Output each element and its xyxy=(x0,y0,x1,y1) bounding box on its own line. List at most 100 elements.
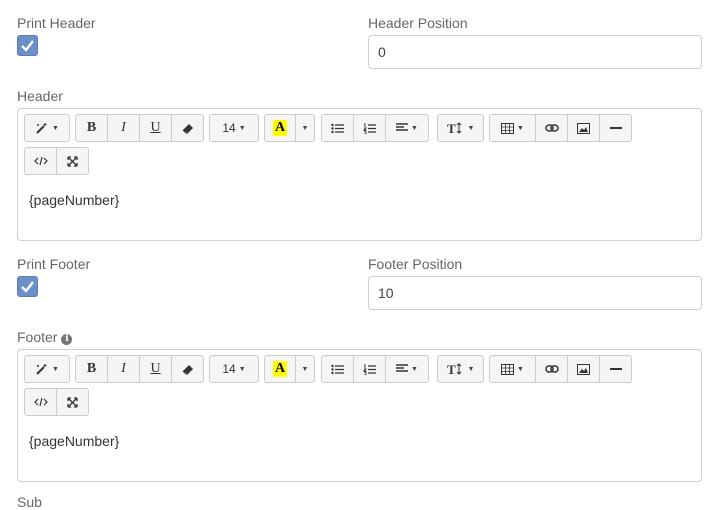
unordered-list-button[interactable] xyxy=(321,355,354,383)
caret-down-icon: ▼ xyxy=(517,365,524,373)
bullet-list-icon xyxy=(331,364,344,374)
line-height-dropdown[interactable]: T ▼ xyxy=(437,114,484,142)
magic-wand-icon xyxy=(36,364,47,375)
italic-button[interactable]: I xyxy=(107,355,140,383)
font-size-group: 14 ▼ xyxy=(209,355,259,383)
code-view-button[interactable] xyxy=(24,388,57,416)
style-dropdown-button[interactable]: ▼ xyxy=(24,355,70,383)
fullscreen-button[interactable] xyxy=(56,147,89,175)
print-footer-label: Print Footer xyxy=(17,256,91,272)
paragraph-dropdown[interactable]: ▼ xyxy=(385,114,429,142)
text-height-icon: T xyxy=(447,122,461,134)
eraser-button[interactable] xyxy=(171,355,204,383)
table-icon xyxy=(501,363,515,375)
color-dropdown-button[interactable]: ▼ xyxy=(295,114,315,142)
footer-editor[interactable]: ▼ B I U 14 ▼ A ▼ ▼ T ▼ ▼ {pageNumber} xyxy=(17,349,702,482)
caret-down-icon: ▼ xyxy=(301,124,309,132)
caret-down-icon: ▼ xyxy=(238,124,246,132)
link-icon xyxy=(544,124,559,132)
footer-position-label: Footer Position xyxy=(368,256,463,272)
highlight-color-button[interactable]: A xyxy=(264,355,296,383)
fullscreen-button[interactable] xyxy=(56,388,89,416)
eraser-button[interactable] xyxy=(171,114,204,142)
image-button[interactable] xyxy=(567,114,600,142)
color-dropdown-button[interactable]: ▼ xyxy=(295,355,315,383)
horizontal-rule-button[interactable] xyxy=(599,355,632,383)
print-footer-checkbox[interactable] xyxy=(17,276,38,297)
bullet-list-icon xyxy=(331,123,344,133)
style-group: ▼ xyxy=(24,114,70,142)
caret-down-icon: ▼ xyxy=(411,365,418,373)
view-group xyxy=(24,147,89,175)
caret-down-icon: ▼ xyxy=(467,124,475,132)
font-size-dropdown[interactable]: 14 ▼ xyxy=(209,114,259,142)
link-button[interactable] xyxy=(535,355,568,383)
caret-down-icon: ▼ xyxy=(467,365,475,373)
svg-text:T: T xyxy=(447,122,456,134)
check-icon xyxy=(21,40,34,52)
bold-button[interactable]: B xyxy=(75,355,108,383)
code-view-button[interactable] xyxy=(24,147,57,175)
bold-button[interactable]: B xyxy=(75,114,108,142)
eraser-icon xyxy=(182,364,193,374)
eraser-icon xyxy=(182,123,193,133)
code-icon xyxy=(33,397,48,407)
style-dropdown-button[interactable]: ▼ xyxy=(24,114,70,142)
caret-down-icon: ▼ xyxy=(517,124,524,132)
color-group: A ▼ xyxy=(264,114,315,142)
underline-button[interactable]: U xyxy=(139,355,172,383)
print-header-label: Print Header xyxy=(17,15,96,31)
view-group xyxy=(24,388,89,416)
line-height-group: T ▼ xyxy=(437,114,484,142)
highlight-a-icon: A xyxy=(272,361,288,377)
ordered-list-button[interactable] xyxy=(353,355,386,383)
header-position-label: Header Position xyxy=(368,15,468,31)
line-height-dropdown[interactable]: T ▼ xyxy=(437,355,484,383)
color-group: A ▼ xyxy=(264,355,315,383)
font-size-value: 14 xyxy=(222,121,236,135)
underline-button[interactable]: U xyxy=(139,114,172,142)
link-button[interactable] xyxy=(535,114,568,142)
unordered-list-button[interactable] xyxy=(321,114,354,142)
code-icon xyxy=(33,156,48,166)
footer-editor-label: Footer xyxy=(17,329,58,345)
highlight-a-icon: A xyxy=(272,120,288,136)
caret-down-icon: ▼ xyxy=(238,365,246,373)
minus-icon xyxy=(609,127,622,129)
paragraph-dropdown[interactable]: ▼ xyxy=(385,355,429,383)
list-group: ▼ xyxy=(321,355,429,383)
image-icon xyxy=(577,122,590,134)
info-icon[interactable]: i xyxy=(61,334,73,345)
header-editor[interactable]: ▼ B I U 14 ▼ A ▼ ▼ T ▼ ▼ {pageNumber} xyxy=(17,108,702,241)
font-size-dropdown[interactable]: 14 ▼ xyxy=(209,355,259,383)
footer-editor-content[interactable]: {pageNumber} xyxy=(29,433,119,449)
header-editor-content[interactable]: {pageNumber} xyxy=(29,192,119,208)
highlight-color-button[interactable]: A xyxy=(264,114,296,142)
insert-group: ▼ xyxy=(489,355,632,383)
print-header-checkbox[interactable] xyxy=(17,35,38,56)
table-dropdown[interactable]: ▼ xyxy=(489,114,536,142)
italic-button[interactable]: I xyxy=(107,114,140,142)
line-height-group: T ▼ xyxy=(437,355,484,383)
horizontal-rule-button[interactable] xyxy=(599,114,632,142)
caret-down-icon: ▼ xyxy=(411,124,418,132)
caret-down-icon: ▼ xyxy=(301,365,309,373)
list-group: ▼ xyxy=(321,114,429,142)
ordered-list-button[interactable] xyxy=(353,114,386,142)
font-size-value: 14 xyxy=(222,362,236,376)
caret-down-icon: ▼ xyxy=(52,365,59,373)
font-size-group: 14 ▼ xyxy=(209,114,259,142)
insert-group: ▼ xyxy=(489,114,632,142)
header-editor-label: Header xyxy=(17,88,63,104)
numbered-list-icon xyxy=(363,364,376,375)
magic-wand-icon xyxy=(36,123,47,134)
header-position-input[interactable]: 0 xyxy=(368,35,702,69)
font-style-group: B I U xyxy=(75,355,204,383)
numbered-list-icon xyxy=(363,123,376,134)
image-button[interactable] xyxy=(567,355,600,383)
table-dropdown[interactable]: ▼ xyxy=(489,355,536,383)
minus-icon xyxy=(609,368,622,370)
link-icon xyxy=(544,365,559,373)
align-left-icon xyxy=(396,123,409,131)
footer-position-input[interactable]: 10 xyxy=(368,276,702,310)
